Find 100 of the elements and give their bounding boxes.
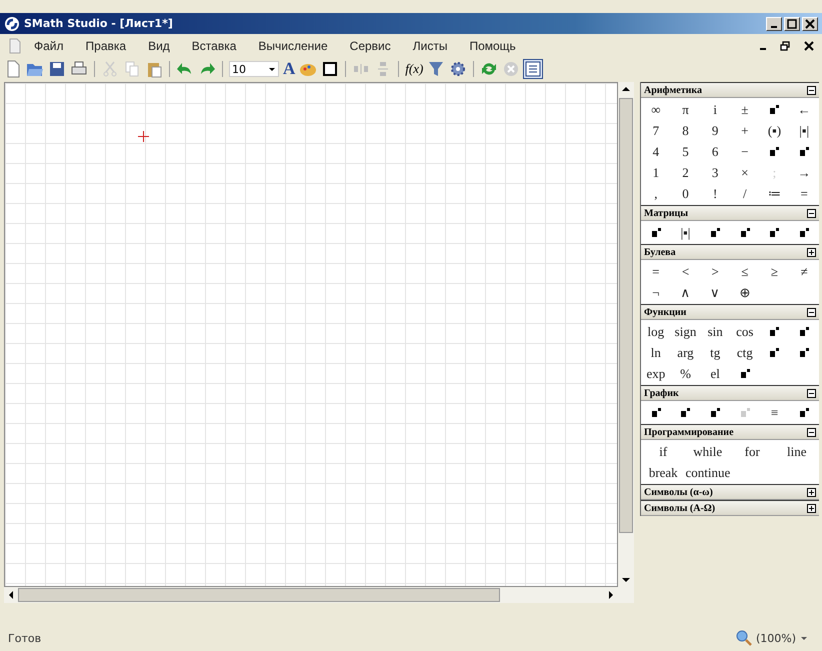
symbol-button[interactable]: 9 [700,120,730,141]
maximize-button[interactable] [784,16,800,30]
symbol-button[interactable]: |▪| [670,222,700,243]
symbol-button[interactable]: ≡ [760,402,790,423]
symbol-button[interactable]: el [700,363,730,384]
symbol-button[interactable]: log [641,321,671,342]
symbol-button[interactable]: , [641,183,671,204]
symbol-button[interactable]: 6 [700,141,730,162]
symbol-button[interactable]: continue [686,462,774,483]
symbol-button[interactable]: − [730,141,760,162]
symbol-button[interactable]: ∨ [700,282,730,303]
zoom-dropdown[interactable]: (100%) [736,630,808,646]
gear-icon[interactable] [449,60,468,78]
menu-item[interactable]: Помощь [469,39,516,53]
menu-item[interactable]: Файл [34,39,64,53]
horizontal-scrollbar[interactable] [4,587,634,603]
symbol-button[interactable]: |▪| [789,120,819,141]
symbol-button[interactable]: arg [670,342,700,363]
symbol-button[interactable]: tg [700,342,730,363]
maximize-icon [787,18,797,28]
symbol-button[interactable]: 1 [641,162,671,183]
symbol-button[interactable]: ! [700,183,730,204]
restore-icon[interactable] [780,41,790,51]
symbol-button[interactable]: / [730,183,760,204]
caret-icon [800,634,808,642]
symbol-button[interactable]: π [670,99,700,120]
symbol-button[interactable]: ← [789,99,819,120]
symbol-button[interactable]: = [789,183,819,204]
symbol-button[interactable]: → [789,162,819,183]
font-button[interactable]: A [283,59,296,79]
close-button[interactable] [802,16,818,30]
symbol-button[interactable]: = [641,261,671,282]
symbol-button[interactable]: ¬ [641,282,671,303]
expand-icon[interactable] [807,504,816,512]
placeholder-icon [709,406,722,418]
menu-item[interactable]: Вид [148,39,170,53]
expand-icon[interactable] [807,488,816,496]
symbol-button[interactable]: > [700,261,730,282]
symbol-button[interactable]: < [670,261,700,282]
symbol-button[interactable]: ≔ [760,183,790,204]
minimize-button[interactable] [766,16,782,30]
border-icon[interactable] [321,60,340,78]
collapse-icon[interactable] [807,428,816,436]
symbol-button[interactable]: (▪) [760,120,790,141]
panel-header[interactable]: Матрицы [641,205,819,221]
panel-header[interactable]: Функции [641,304,819,320]
save-icon[interactable] [48,60,66,78]
menu-item[interactable]: Вставка [192,39,236,53]
symbol-button[interactable]: sin [700,321,730,342]
symbol-button[interactable]: ± [730,99,760,120]
symbol-button[interactable]: 2 [670,162,700,183]
symbol-button[interactable]: for [730,441,774,462]
symbol-button[interactable]: if [641,441,686,462]
symbol-button[interactable]: ∞ [641,99,671,120]
symbol-button[interactable]: sign [670,321,700,342]
close-icon[interactable] [804,41,814,51]
vertical-scrollbar[interactable] [618,82,634,587]
panel-header[interactable]: Программирование [641,424,819,440]
symbol-button[interactable]: ≤ [730,261,760,282]
symbol-button[interactable]: 4 [641,141,671,162]
font-size-field[interactable]: 10 [229,61,279,77]
symbol-button[interactable]: 5 [670,141,700,162]
menu-item[interactable]: Сервис [350,39,391,53]
symbol-button[interactable]: ln [641,342,671,363]
filter-icon[interactable] [427,60,446,78]
function-button[interactable]: f(x) [405,61,424,77]
symbol-button[interactable]: ⊕ [730,282,760,303]
symbol-button[interactable]: ≥ [760,261,790,282]
symbol-button[interactable]: × [730,162,760,183]
symbol-button[interactable]: % [670,363,700,384]
symbol-button[interactable]: ∧ [670,282,700,303]
collapse-icon[interactable] [807,86,816,94]
symbol-button[interactable]: 8 [670,120,700,141]
panel-header[interactable]: Булева [641,244,819,260]
panel-header[interactable]: График [641,385,819,401]
symbol-button[interactable]: line [774,441,819,462]
symbol-button[interactable]: 0 [670,183,700,204]
panel-toggle-icon[interactable] [524,60,542,78]
symbol-button[interactable]: + [730,120,760,141]
symbol-button[interactable]: ≠ [789,261,819,282]
symbol-button[interactable]: 7 [641,120,671,141]
symbol-button[interactable]: ctg [730,342,760,363]
symbol-button[interactable]: exp [641,363,671,384]
symbol-button[interactable]: cos [730,321,760,342]
menu-item[interactable]: Листы [412,39,448,53]
collapse-icon[interactable] [807,388,816,398]
symbol-button[interactable]: break [641,462,686,483]
clipboard-icon[interactable] [145,60,163,78]
symbol-button[interactable]: while [686,441,730,462]
panel-header[interactable]: Арифметика [641,82,819,98]
menu-item[interactable]: Вычисление [258,39,328,53]
collapse-icon[interactable] [807,208,816,218]
symbol-button[interactable]: i [700,99,730,120]
expand-icon[interactable] [807,248,816,256]
placeholder-icon [798,146,810,158]
menu-item[interactable]: Правка [86,39,126,53]
panel-header[interactable]: Символы (Α-Ω) [641,500,819,516]
symbol-button[interactable]: 3 [700,162,730,183]
collapse-icon[interactable] [807,308,816,316]
panel-header[interactable]: Символы (α-ω) [641,484,819,500]
